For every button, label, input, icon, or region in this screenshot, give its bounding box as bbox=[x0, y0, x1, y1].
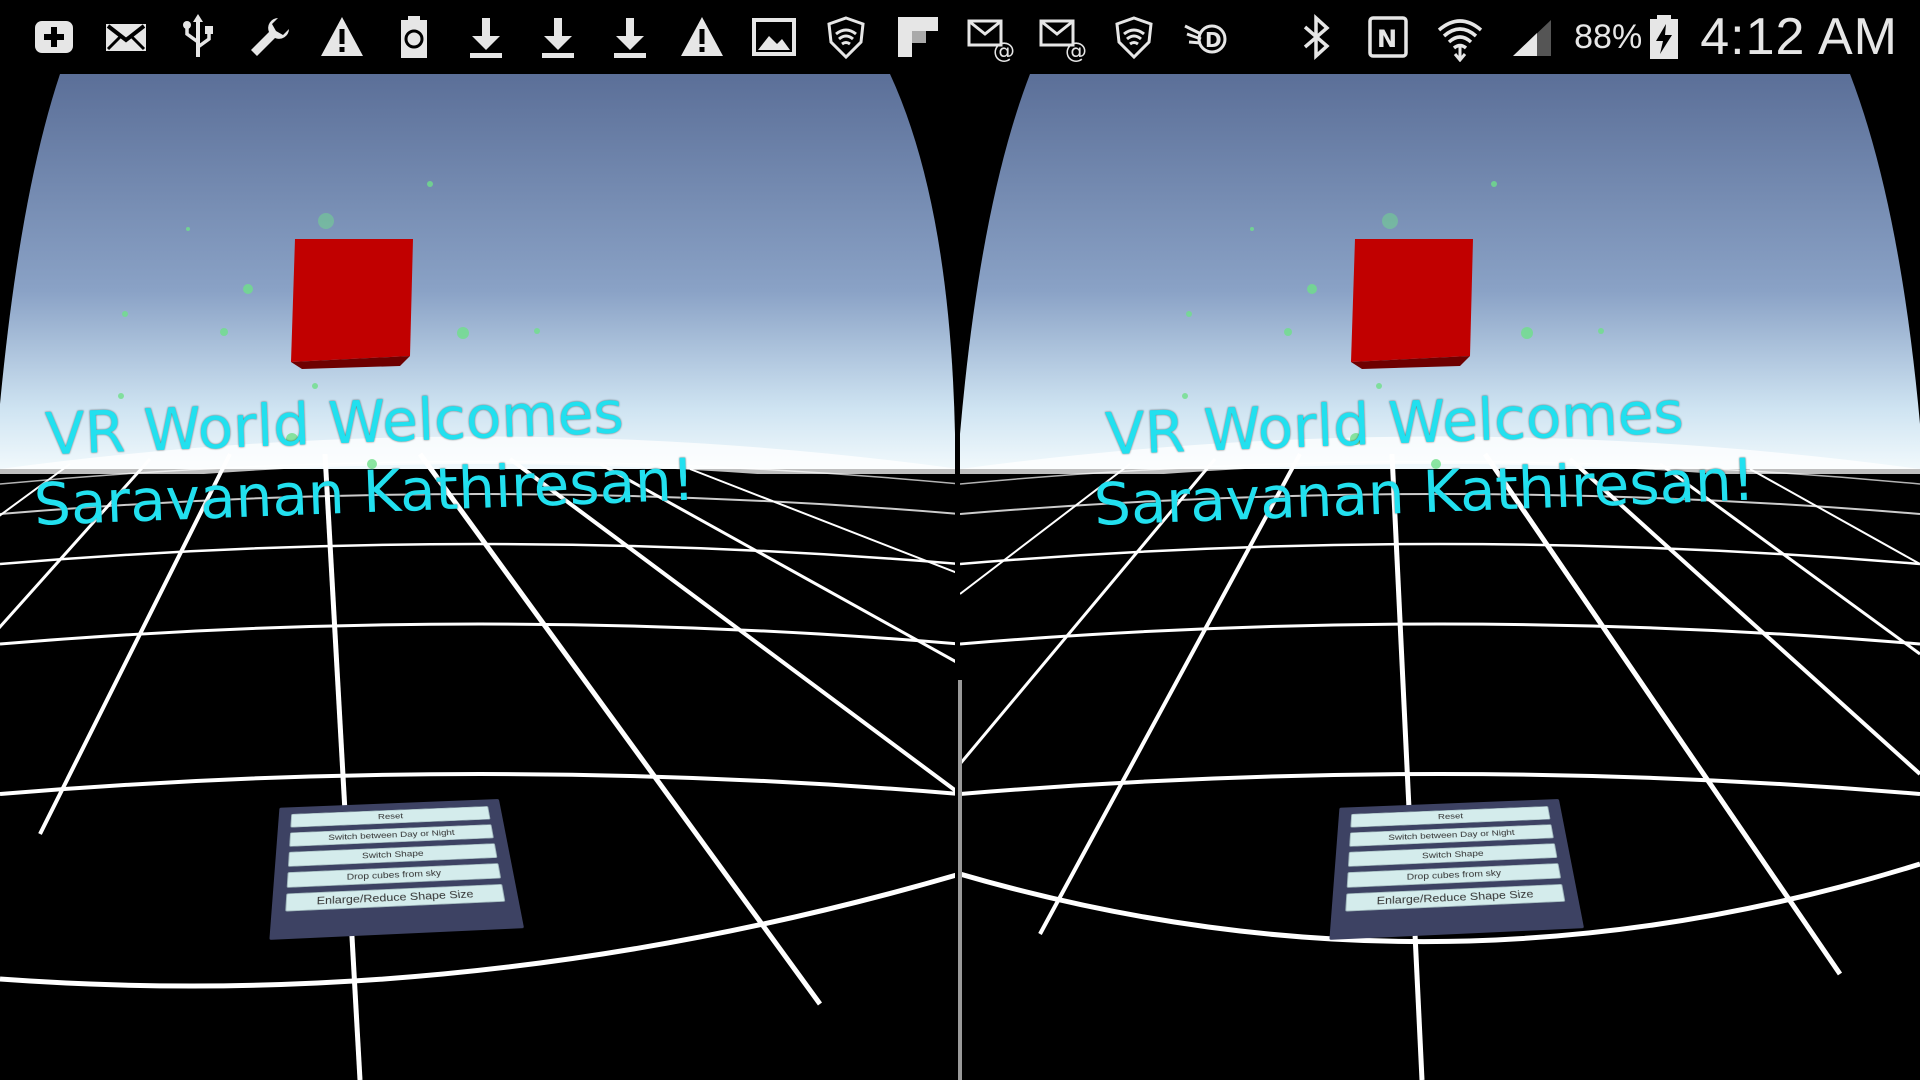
reset-button[interactable]: Reset bbox=[290, 806, 491, 828]
system-status: N 88% 4:12 AM bbox=[1280, 0, 1898, 74]
signal-icon bbox=[1496, 0, 1568, 74]
usb-icon bbox=[162, 0, 234, 74]
mail-at-icon: @ bbox=[954, 0, 1026, 74]
right-eye-viewport: VR World Welcomes Saravanan Kathiresan! … bbox=[960, 74, 1920, 1080]
svg-text:N: N bbox=[1377, 25, 1397, 53]
battery-charging-icon bbox=[1642, 0, 1686, 74]
clock: 4:12 AM bbox=[1700, 8, 1898, 66]
mail-icon bbox=[90, 0, 162, 74]
notification-icons: @ @ D bbox=[18, 0, 1242, 74]
drop-cubes-button[interactable]: Drop cubes from sky bbox=[1346, 863, 1562, 888]
download-icon bbox=[522, 0, 594, 74]
wrench-icon bbox=[234, 0, 306, 74]
welcome-message: VR World Welcomes Saravanan Kathiresan! bbox=[30, 375, 696, 540]
battery-recycle-icon bbox=[378, 0, 450, 74]
svg-text:@: @ bbox=[993, 39, 1015, 62]
left-eye-viewport: VR World Welcomes Saravanan Kathiresan! … bbox=[0, 74, 960, 1080]
mail-at-icon: @ bbox=[1026, 0, 1098, 74]
shield-wifi-icon bbox=[810, 0, 882, 74]
reset-button[interactable]: Reset bbox=[1350, 806, 1551, 828]
red-cube bbox=[1351, 239, 1473, 369]
add-icon bbox=[18, 0, 90, 74]
svg-text:D: D bbox=[1205, 28, 1222, 52]
shield-wifi-icon bbox=[1098, 0, 1170, 74]
day-night-button[interactable]: Switch between Day or Night bbox=[289, 824, 494, 847]
svg-text:@: @ bbox=[1065, 39, 1087, 62]
wifi-icon bbox=[1424, 0, 1496, 74]
enlarge-reduce-button[interactable]: Enlarge/Reduce Shape Size bbox=[1345, 883, 1566, 912]
switch-shape-button[interactable]: Switch Shape bbox=[1347, 843, 1558, 867]
viewport-divider bbox=[958, 680, 962, 1080]
red-cube bbox=[291, 239, 413, 369]
menu-panel: Reset Switch between Day or Night Switch… bbox=[1329, 799, 1585, 940]
bluetooth-icon bbox=[1280, 0, 1352, 74]
warning-icon bbox=[666, 0, 738, 74]
image-icon bbox=[738, 0, 810, 74]
status-bar: @ @ D N 88% 4:12 AM bbox=[0, 0, 1920, 74]
battery-percent: 88% bbox=[1574, 17, 1643, 56]
hand-d-icon: D bbox=[1170, 0, 1242, 74]
warning-icon bbox=[306, 0, 378, 74]
nfc-icon: N bbox=[1352, 0, 1424, 74]
day-night-button[interactable]: Switch between Day or Night bbox=[1349, 824, 1554, 847]
enlarge-reduce-button[interactable]: Enlarge/Reduce Shape Size bbox=[285, 883, 506, 912]
download-icon bbox=[594, 0, 666, 74]
menu-panel: Reset Switch between Day or Night Switch… bbox=[269, 799, 525, 940]
flipboard-icon bbox=[882, 0, 954, 74]
drop-cubes-button[interactable]: Drop cubes from sky bbox=[286, 863, 502, 888]
welcome-message: VR World Welcomes Saravanan Kathiresan! bbox=[1090, 375, 1756, 540]
switch-shape-button[interactable]: Switch Shape bbox=[287, 843, 498, 867]
download-icon bbox=[450, 0, 522, 74]
